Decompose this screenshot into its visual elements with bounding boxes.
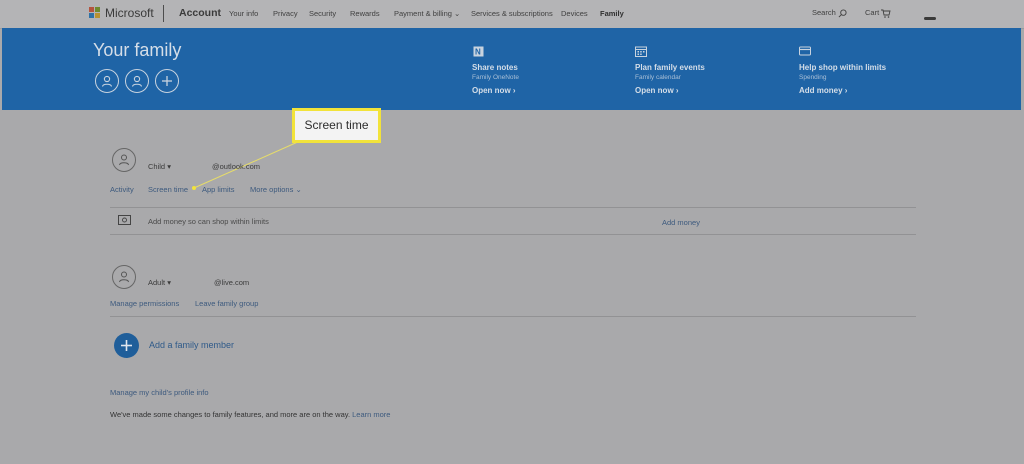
chevron-down-icon: ▾: [167, 278, 171, 287]
manage-child-profile-link[interactable]: Manage my child's profile info: [110, 388, 209, 397]
money-icon: [118, 215, 131, 225]
tab-screen-time[interactable]: Screen time: [148, 185, 188, 194]
person-icon: [119, 154, 129, 166]
screen-time-callout: Screen time: [292, 108, 381, 143]
divider: [110, 234, 916, 235]
child-avatar[interactable]: [112, 148, 136, 172]
divider: [110, 316, 916, 317]
chevron-down-icon: ⌄: [295, 185, 302, 194]
learn-more-link[interactable]: Learn more: [352, 410, 390, 419]
chevron-down-icon: ▾: [167, 162, 171, 171]
callout-pointer-dot: [192, 186, 196, 190]
person-icon: [119, 271, 129, 283]
child-email: @outlook.com: [212, 162, 261, 171]
adult-role[interactable]: Adult ▾: [148, 278, 171, 287]
add-money-link[interactable]: Add money: [662, 218, 700, 227]
footer-notice-text: We've made some changes to family featur…: [110, 410, 351, 419]
tab-app-limits[interactable]: App limits: [202, 185, 235, 194]
add-family-member-button[interactable]: [114, 333, 139, 358]
footer-notice: We've made some changes to family featur…: [110, 410, 390, 419]
plus-icon: [121, 340, 132, 351]
tab-activity[interactable]: Activity: [110, 185, 134, 194]
tab-more-options[interactable]: More options ⌄: [250, 185, 302, 194]
manage-permissions-link[interactable]: Manage permissions: [110, 299, 179, 308]
leave-family-group-link[interactable]: Leave family group: [195, 299, 258, 308]
divider: [110, 207, 916, 208]
adult-email: @live.com: [214, 278, 250, 287]
add-family-member-link[interactable]: Add a family member: [149, 340, 234, 350]
add-money-message: Add money so can shop within limits: [148, 217, 269, 226]
adult-avatar[interactable]: [112, 265, 136, 289]
adult-role-label: Adult: [148, 278, 166, 287]
child-role[interactable]: Child ▾: [148, 162, 171, 171]
more-options-label: More options: [250, 185, 294, 194]
child-role-label: Child: [148, 162, 166, 171]
